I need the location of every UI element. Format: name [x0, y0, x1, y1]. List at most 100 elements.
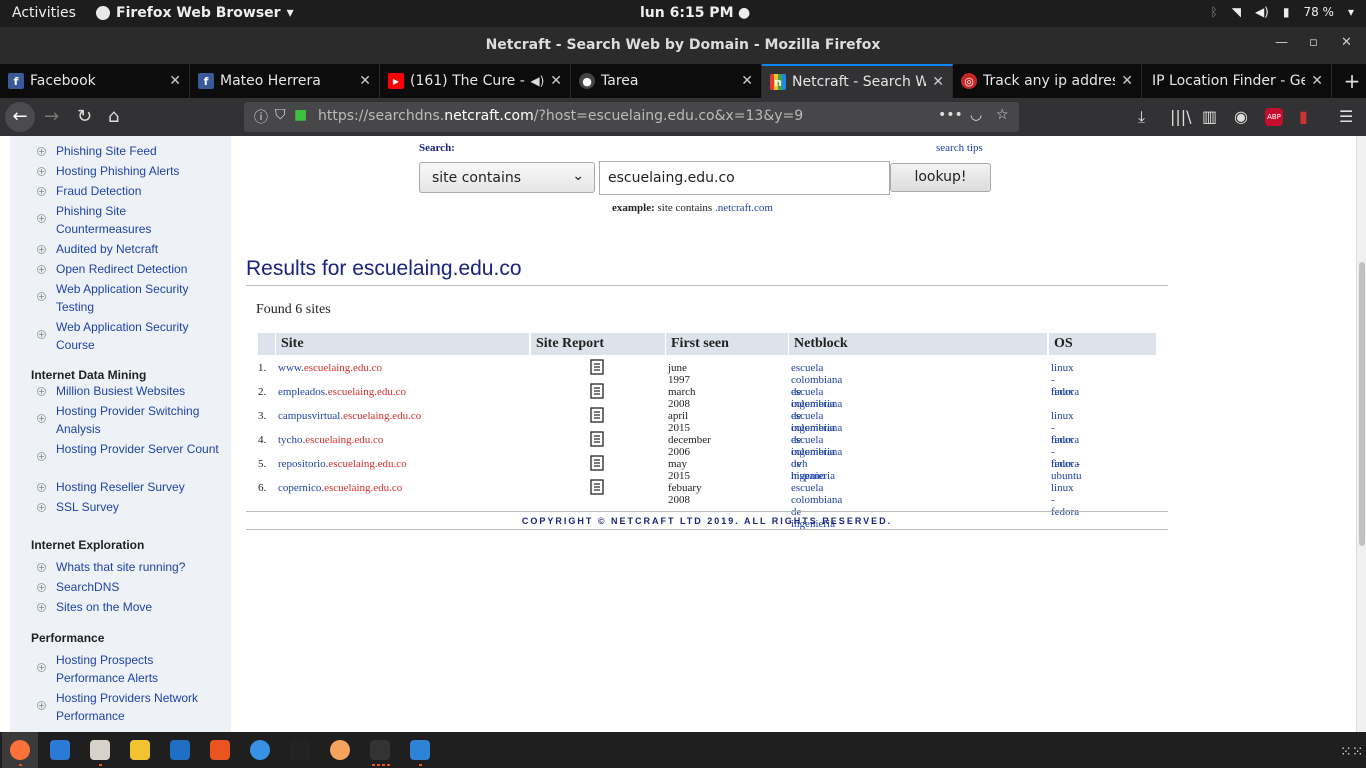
- close-tab-icon[interactable]: ✕: [169, 73, 181, 89]
- sidebar-link[interactable]: Hosting Provider Switching Analysis: [56, 402, 221, 438]
- mango-icon[interactable]: [330, 740, 350, 760]
- site-report-icon[interactable]: [590, 479, 604, 495]
- url-text[interactable]: https://searchdns.netcraft.com/?host=esc…: [318, 108, 803, 124]
- site-link[interactable]: repositorio.escuelaing.edu.co: [278, 458, 407, 470]
- close-tab-icon[interactable]: ✕: [932, 74, 944, 90]
- scrollbar-thumb[interactable]: [1359, 262, 1365, 546]
- expand-icon[interactable]: +: [37, 387, 46, 396]
- site-link[interactable]: tycho.escuelaing.edu.co: [278, 434, 383, 446]
- close-tab-icon[interactable]: ✕: [550, 73, 562, 89]
- sidebar-link[interactable]: Hosting Reseller Survey: [56, 478, 221, 496]
- activities-button[interactable]: Activities: [12, 5, 76, 21]
- close-tab-icon[interactable]: ✕: [1121, 73, 1133, 89]
- sidebar-link[interactable]: Hosting Provider Server Count: [56, 440, 221, 458]
- thunderbird-icon[interactable]: [50, 740, 70, 760]
- writer-icon[interactable]: [170, 740, 190, 760]
- os-link[interactable]: linux: [1051, 386, 1074, 398]
- sidebar-link[interactable]: SSL Survey: [56, 498, 221, 516]
- close-tab-icon[interactable]: ✕: [359, 73, 371, 89]
- sidebar-link[interactable]: Fraud Detection: [56, 182, 221, 200]
- maximize-button[interactable]: ▫: [1309, 35, 1318, 50]
- sidebar-link[interactable]: Hosting Phishing Alerts: [56, 162, 221, 180]
- site-report-icon[interactable]: [590, 383, 604, 399]
- sidebar-link[interactable]: Million Busiest Websites: [56, 382, 221, 400]
- sidebar-link[interactable]: Sites on the Move: [56, 598, 221, 616]
- sidebar-link[interactable]: Hosting Providers Network Performance: [56, 689, 221, 725]
- firefox-icon[interactable]: [10, 740, 30, 760]
- pocket-icon[interactable]: ◡: [970, 107, 982, 123]
- sidebar-link[interactable]: Phishing Site Feed: [56, 142, 221, 160]
- tab-tarea[interactable]: ● Tarea ✕: [571, 64, 762, 98]
- expand-icon[interactable]: +: [37, 167, 46, 176]
- info-icon[interactable]: ⓘ: [254, 107, 268, 127]
- account-icon[interactable]: ◉: [1234, 107, 1248, 126]
- search-mode-select[interactable]: site contains ⌄: [419, 162, 595, 193]
- sidebar-link[interactable]: SearchDNS: [56, 578, 221, 596]
- show-applications-icon[interactable]: ⁙⁙: [1340, 744, 1363, 760]
- expand-icon[interactable]: +: [37, 663, 46, 672]
- hamburger-menu-icon[interactable]: ☰: [1339, 107, 1353, 126]
- tab-facebook[interactable]: f Facebook ✕: [0, 64, 190, 98]
- site-link[interactable]: empleados.escuelaing.edu.co: [278, 386, 406, 398]
- tab-mateo-herrera[interactable]: f Mateo Herrera ✕: [190, 64, 380, 98]
- url-bar[interactable]: ⓘ ⛉ ■ https://searchdns.netcraft.com/?ho…: [244, 102, 1019, 132]
- clock[interactable]: lun 6:15 PM ●: [640, 5, 750, 21]
- netblock-link[interactable]: ovh hispano: [791, 458, 825, 482]
- expand-icon[interactable]: +: [37, 414, 46, 423]
- site-link[interactable]: www.escuelaing.edu.co: [278, 362, 382, 374]
- lock-icon[interactable]: ■: [294, 107, 307, 123]
- expand-icon[interactable]: +: [37, 452, 46, 461]
- system-tray[interactable]: ᛒ ◥ ◀) ▮ 78 % ▾: [1211, 5, 1355, 19]
- expand-icon[interactable]: +: [37, 603, 46, 612]
- site-link[interactable]: campusvirtual.escuelaing.edu.co: [278, 410, 421, 422]
- app-menu[interactable]: Firefox Web Browser ▾: [96, 5, 294, 21]
- sidebar-link[interactable]: Phishing Site Countermeasures: [56, 202, 221, 238]
- tab-netcraft[interactable]: n Netcraft - Search W ✕: [762, 64, 953, 98]
- site-report-icon[interactable]: [590, 431, 604, 447]
- back-button[interactable]: ←: [5, 102, 35, 132]
- expand-icon[interactable]: +: [37, 245, 46, 254]
- lookup-button[interactable]: lookup!: [890, 163, 991, 192]
- expand-icon[interactable]: +: [37, 187, 46, 196]
- close-window-button[interactable]: ✕: [1341, 35, 1352, 50]
- example-link[interactable]: .netcraft.com: [715, 202, 773, 214]
- site-report-icon[interactable]: [590, 407, 604, 423]
- tab-ip-location-finder[interactable]: IP Location Finder - Ge ✕: [1142, 64, 1332, 98]
- expand-icon[interactable]: +: [37, 330, 46, 339]
- expand-icon[interactable]: +: [37, 214, 46, 223]
- sidebar-link[interactable]: Open Redirect Detection: [56, 260, 221, 278]
- os-link[interactable]: linux - fedora: [1051, 482, 1079, 518]
- library-icon[interactable]: |||\: [1170, 107, 1192, 126]
- new-tab-button[interactable]: +: [1338, 64, 1366, 98]
- downloads-icon[interactable]: ⤓: [1138, 107, 1145, 127]
- page-actions-icon[interactable]: •••: [938, 107, 963, 123]
- files-icon[interactable]: [90, 740, 110, 760]
- expand-icon[interactable]: +: [37, 147, 46, 156]
- tab-youtube[interactable]: ▶ (161) The Cure - L ◀) ✕: [380, 64, 571, 98]
- sidebar-link[interactable]: Web Application Security Testing: [56, 280, 221, 316]
- reload-button[interactable]: ↻: [77, 106, 92, 127]
- expand-icon[interactable]: +: [37, 483, 46, 492]
- close-tab-icon[interactable]: ✕: [741, 73, 753, 89]
- site-link[interactable]: copernico.escuelaing.edu.co: [278, 482, 402, 494]
- minimize-button[interactable]: —: [1275, 35, 1288, 50]
- search-tips-link[interactable]: search tips: [936, 142, 983, 154]
- site-report-icon[interactable]: [590, 359, 604, 375]
- bookmark-star-icon[interactable]: ☆: [996, 107, 1009, 123]
- pdf-extension-icon[interactable]: ▮: [1299, 107, 1308, 126]
- expand-icon[interactable]: +: [37, 583, 46, 592]
- system-monitor-icon[interactable]: [410, 740, 430, 760]
- expand-icon[interactable]: +: [37, 563, 46, 572]
- expand-icon[interactable]: +: [37, 503, 46, 512]
- forward-button[interactable]: →: [44, 106, 59, 127]
- close-tab-icon[interactable]: ✕: [1311, 73, 1323, 89]
- help-icon[interactable]: [250, 740, 270, 760]
- search-input[interactable]: escuelaing.edu.co: [599, 161, 890, 195]
- os-link[interactable]: linux - ubuntu: [1051, 458, 1082, 482]
- terminal-icon[interactable]: [370, 740, 390, 760]
- tracking-shield-icon[interactable]: ⛉: [275, 107, 286, 123]
- tab-track-ip[interactable]: ◎ Track any ip addres ✕: [953, 64, 1142, 98]
- sidebar-link[interactable]: Web Application Security Course: [56, 318, 221, 354]
- software-center-icon[interactable]: [210, 740, 230, 760]
- adblock-plus-icon[interactable]: ABP: [1265, 108, 1283, 126]
